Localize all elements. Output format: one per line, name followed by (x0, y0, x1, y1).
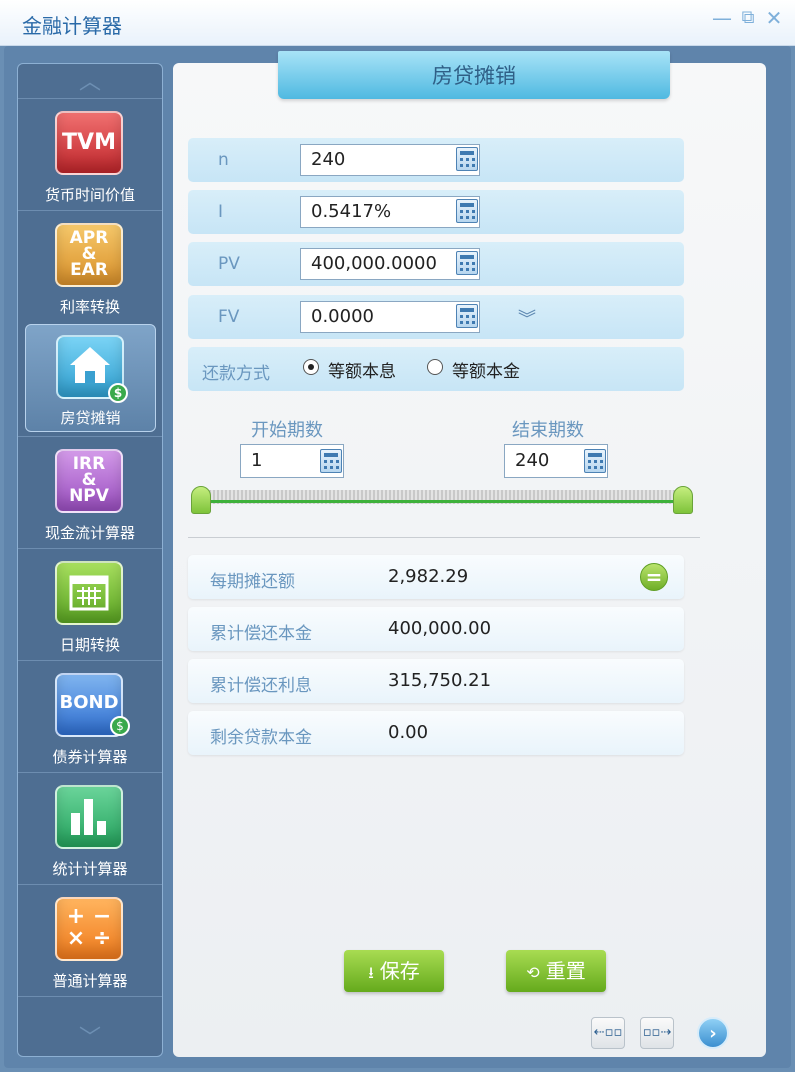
end-period-label: 结束期数 (512, 420, 584, 441)
repayment-label: 还款方式 (202, 364, 270, 384)
calculator-icon[interactable] (584, 449, 606, 473)
irr-npv-icon: IRR & NPV (55, 449, 123, 513)
sidebar-item-basic-calculator[interactable]: + − × ÷ 普通计算器 (18, 884, 162, 997)
sidebar-item-label: 货币时间价值 (44, 186, 135, 204)
period-range-fill (193, 500, 685, 503)
calculator-icon[interactable] (456, 199, 478, 223)
sidebar-item-label: 债券计算器 (52, 748, 128, 766)
principal-label: 累计偿还本金 (210, 624, 312, 644)
radio-equal-principal-label[interactable]: 等额本金 (452, 357, 520, 382)
input-row-pv: PV 400,000.0000 (188, 242, 684, 286)
bar-chart-icon (55, 785, 123, 849)
principal-value: 400,000.00 (388, 618, 492, 639)
mortgage-panel: 房贷摊销 n 240 I 0.5417% PV 400,000.0000 FV (173, 51, 766, 1057)
equals-button[interactable]: = (640, 563, 668, 591)
n-label: n (218, 150, 229, 170)
sidebar: ︿ TVM 货币时间价值 APR & EAR 利率转换 $ 房贷摊销 IRR & NPV… (17, 63, 163, 1057)
close-icon[interactable]: ✕ (763, 7, 785, 29)
double-chevron-down-icon[interactable]: ︾ (518, 305, 536, 331)
sidebar-item-bond[interactable]: BOND $ 债券计算器 (18, 660, 162, 773)
calculator-icon[interactable] (320, 449, 342, 473)
save-button[interactable]: ⭳ 保存 (344, 950, 444, 992)
interest-value: 315,750.21 (388, 670, 492, 691)
tvm-icon: TVM (55, 111, 123, 175)
sidebar-item-mortgage[interactable]: $ 房贷摊销 (25, 324, 156, 432)
save-label: 保存 (379, 959, 420, 983)
calculator-icon[interactable] (456, 251, 478, 275)
download-icon: ⭳ (368, 963, 374, 982)
arithmetic-icon: + − × ÷ (55, 897, 123, 961)
input-row-n: n 240 (188, 138, 684, 182)
result-row-interest: 累计偿还利息 315,750.21 (188, 659, 684, 703)
input-row-i: I 0.5417% (188, 190, 684, 234)
popout-icon[interactable]: ⧉ (737, 7, 759, 29)
reset-button[interactable]: ⟲ 重置 (506, 950, 606, 992)
window-title: 金融计算器 (22, 14, 122, 38)
scroll-up-icon[interactable]: ︿ (18, 66, 162, 100)
scroll-down-icon[interactable]: ﹀ (18, 1022, 162, 1056)
sidebar-item-label: 房贷摊销 (60, 409, 121, 427)
next-arrow-icon[interactable]: › (697, 1017, 729, 1049)
radio-equal-installment[interactable] (303, 359, 319, 375)
slider-start-handle[interactable] (191, 486, 211, 514)
payment-label: 每期摊还额 (210, 572, 295, 592)
sidebar-item-statistics[interactable]: 统计计算器 (18, 772, 162, 885)
slider-end-handle[interactable] (673, 486, 693, 514)
calculator-icon[interactable] (456, 147, 478, 171)
sidebar-item-label: 利率转换 (59, 298, 120, 316)
panel-title: 房贷摊销 (278, 51, 670, 99)
radio-equal-installment-label[interactable]: 等额本息 (328, 357, 396, 382)
sidebar-item-cashflow[interactable]: IRR & NPV 现金流计算器 (18, 436, 162, 549)
fv-field[interactable]: 0.0000 (300, 301, 480, 333)
sidebar-item-rate-conversion[interactable]: APR & EAR 利率转换 (18, 210, 162, 323)
remaining-label: 剩余贷款本金 (210, 728, 312, 748)
calculator-icon[interactable] (456, 304, 478, 328)
fv-label: FV (218, 307, 240, 327)
result-row-principal: 累计偿还本金 400,000.00 (188, 607, 684, 651)
result-row-remaining: 剩余贷款本金 0.00 (188, 711, 684, 755)
input-row-fv: FV 0.0000 ︾ (188, 295, 684, 339)
sidebar-item-label: 普通计算器 (52, 972, 128, 990)
house-icon: $ (56, 335, 128, 403)
sidebar-item-label: 统计计算器 (52, 860, 128, 878)
payment-value: 2,982.29 (388, 566, 469, 587)
interest-label: 累计偿还利息 (210, 676, 312, 696)
i-field[interactable]: 0.5417% (300, 196, 480, 228)
radio-equal-principal[interactable] (427, 359, 443, 375)
repayment-method-row: 还款方式 等额本息 等额本金 (188, 347, 684, 391)
dollar-badge-icon: $ (110, 716, 130, 736)
divider (188, 537, 700, 538)
reset-label: 重置 (545, 959, 586, 983)
n-field[interactable]: 240 (300, 144, 480, 176)
dollar-badge-icon: $ (108, 383, 128, 403)
result-row-payment: 每期摊还额 2,982.29 = (188, 555, 684, 599)
import-icon[interactable]: ⇠▫▫ (591, 1017, 625, 1049)
minimize-icon[interactable]: — (711, 7, 733, 29)
start-period-label: 开始期数 (251, 420, 323, 441)
pv-field[interactable]: 400,000.0000 (300, 248, 480, 280)
pv-label: PV (218, 254, 240, 274)
sidebar-item-date[interactable]: 日期转换 (18, 548, 162, 661)
refresh-icon: ⟲ (526, 963, 540, 982)
title-bar: 金融计算器 — ⧉ ✕ (0, 0, 795, 46)
calendar-icon (55, 561, 123, 625)
sidebar-item-label: 日期转换 (59, 636, 120, 654)
i-label: I (218, 202, 224, 222)
sidebar-item-tvm[interactable]: TVM 货币时间价值 (18, 98, 162, 211)
sidebar-item-label: 现金流计算器 (44, 524, 135, 542)
remaining-value: 0.00 (388, 722, 429, 743)
export-icon[interactable]: ▫▫⇢ (640, 1017, 674, 1049)
apr-ear-icon: APR & EAR (55, 223, 123, 287)
